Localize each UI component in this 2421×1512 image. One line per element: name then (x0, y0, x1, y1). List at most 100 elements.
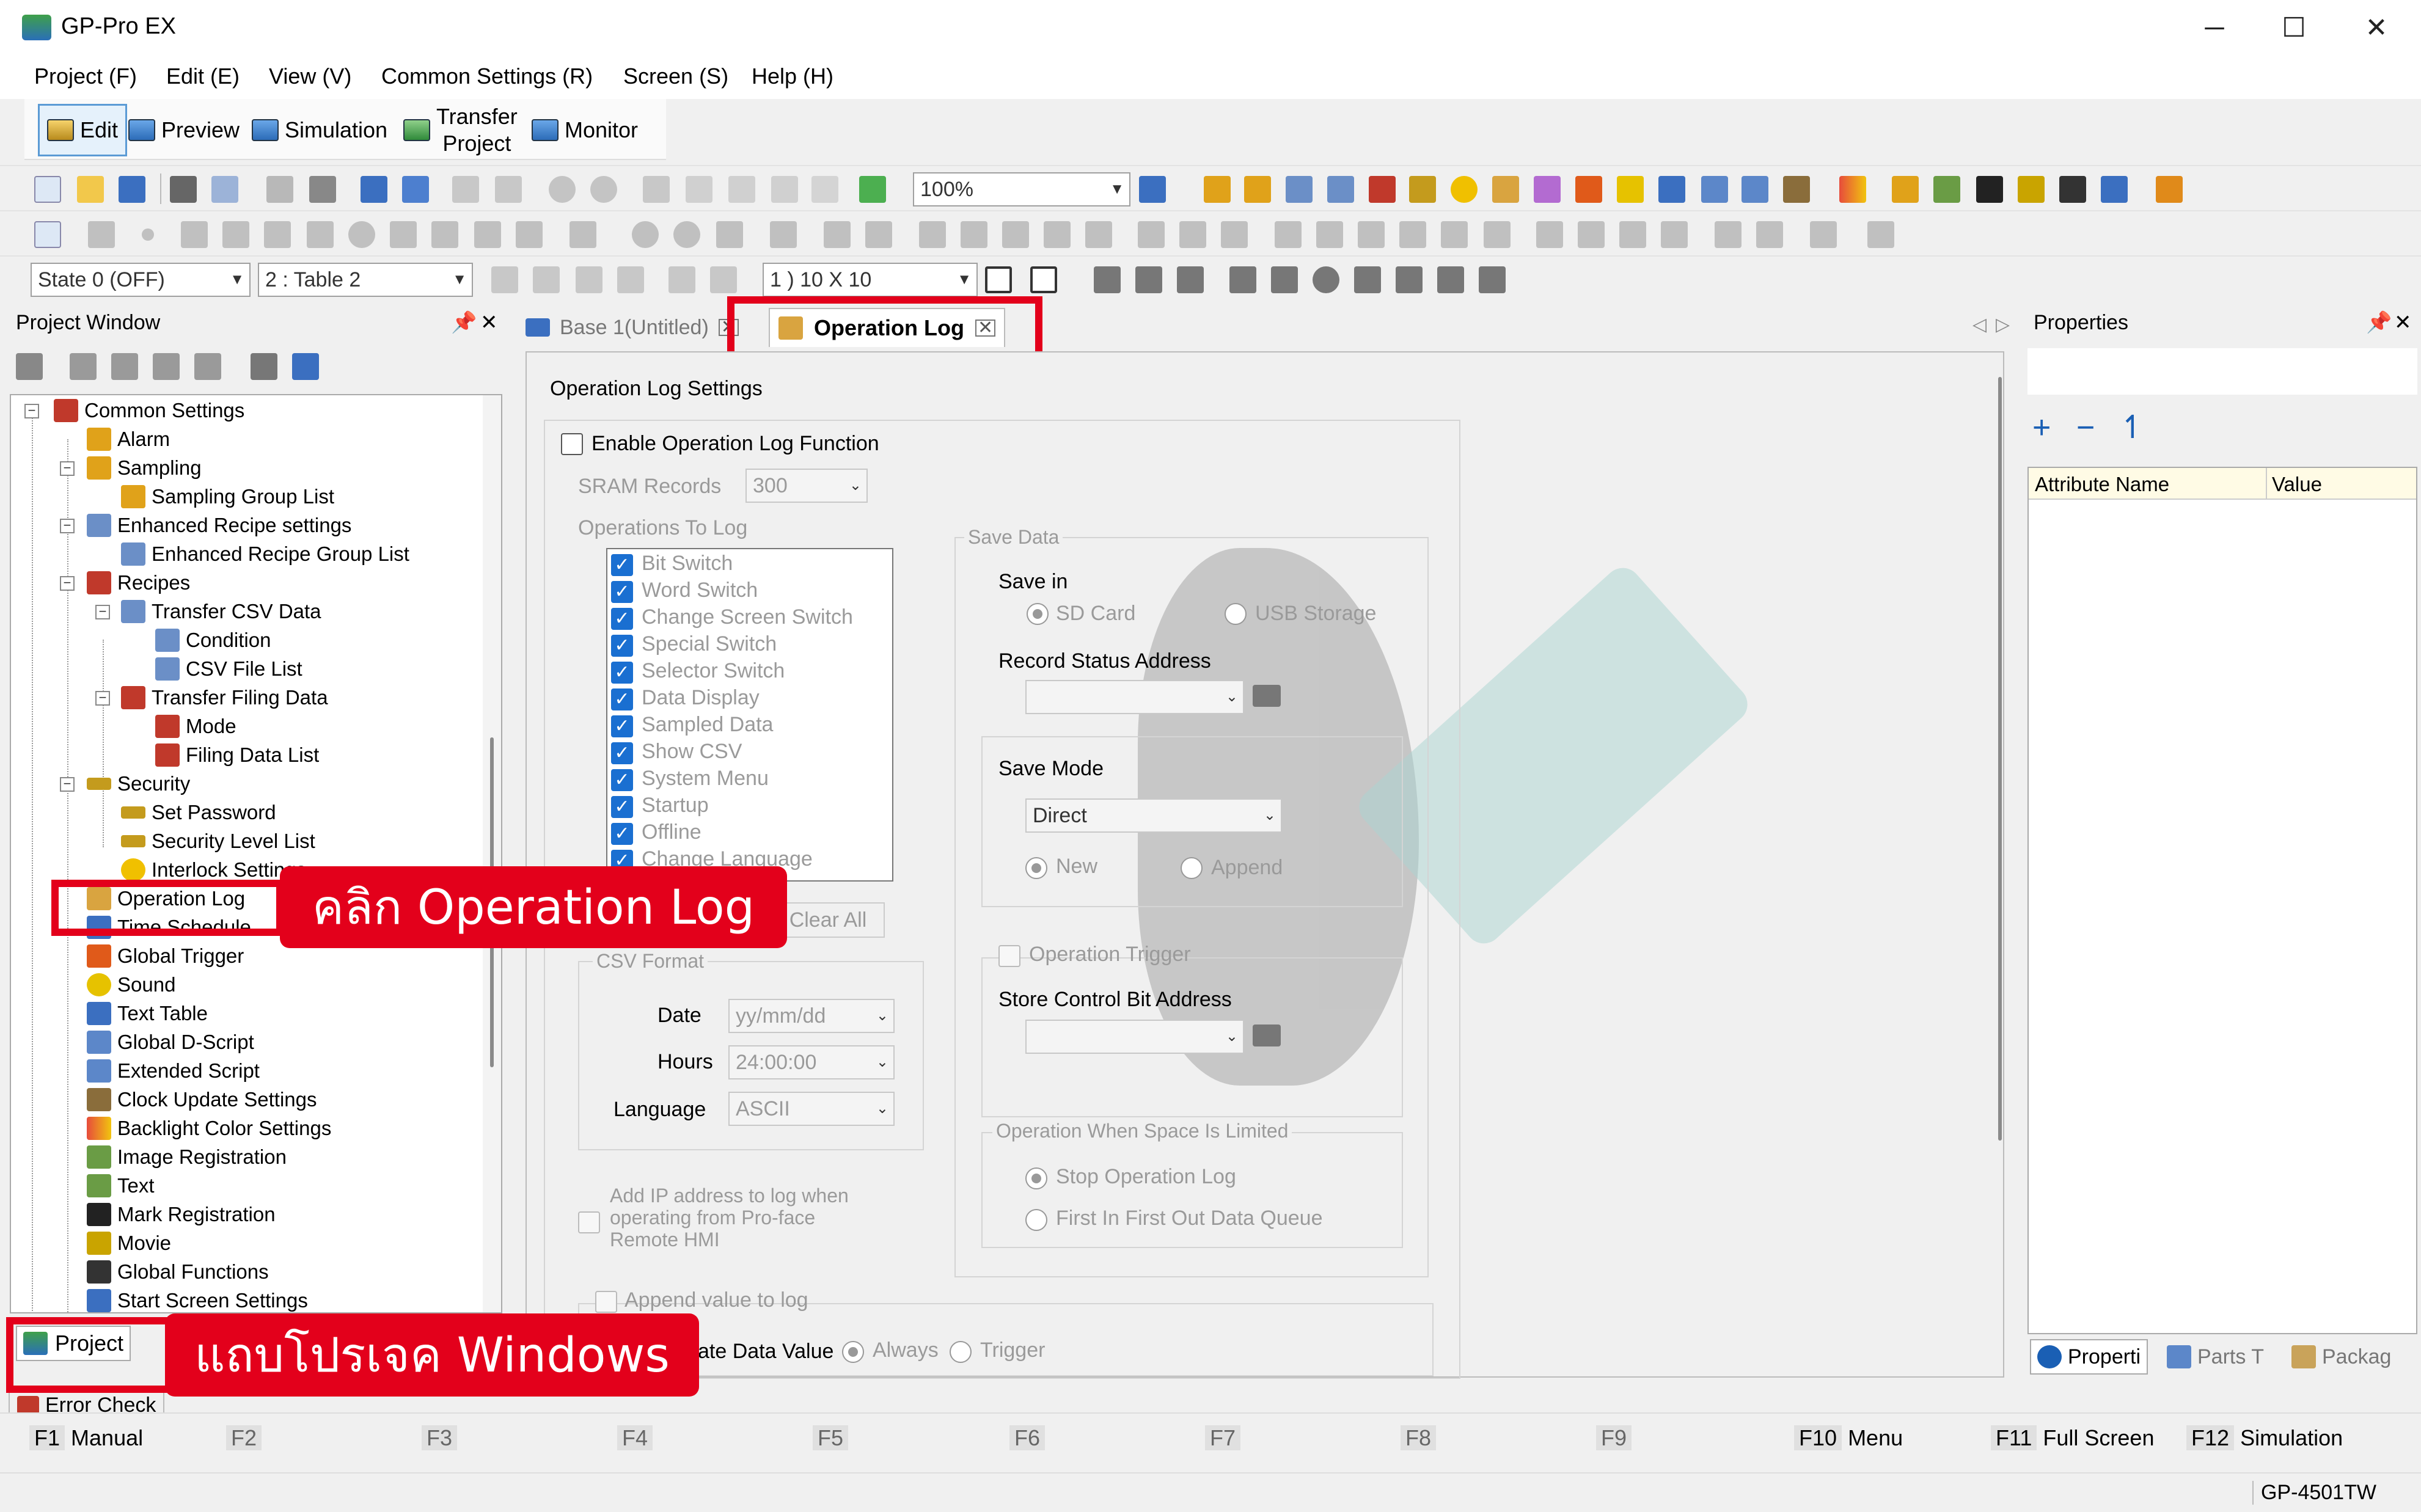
store-control-address[interactable]: ⌄ (1025, 1020, 1244, 1054)
scatter-icon[interactable] (1002, 221, 1029, 248)
video-part-icon[interactable] (1399, 221, 1426, 248)
fkey-f11[interactable]: F11 Full Screen (1991, 1425, 2154, 1451)
print-preview-icon[interactable] (211, 176, 238, 203)
alarm-tool-icon[interactable] (1204, 176, 1231, 203)
hours-format-select[interactable]: 24:00:00 ⌄ (728, 1045, 895, 1079)
slider-part-icon[interactable] (1358, 221, 1385, 248)
tree-item[interactable]: Mark Registration (87, 1200, 276, 1229)
tree-item[interactable]: Global Trigger (87, 942, 244, 970)
tree-item[interactable]: Enhanced Recipe Group List (121, 540, 409, 568)
tree-item[interactable]: Filing Data List (155, 741, 319, 769)
snap-toggle-icon[interactable] (1030, 266, 1057, 293)
tree-item[interactable]: Text (87, 1172, 155, 1200)
ladder-e-icon[interactable] (1396, 266, 1423, 293)
start-screen-tool-icon[interactable] (2101, 176, 2128, 203)
pw-copy-icon[interactable] (111, 353, 138, 380)
expand-toggle[interactable]: − (60, 777, 75, 792)
clear-all-button[interactable]: Clear All (771, 902, 885, 938)
fkey-f8[interactable]: F8 (1401, 1425, 1437, 1451)
op-checkbox[interactable]: ✓ (611, 796, 633, 818)
pin-icon[interactable]: 📌 (451, 305, 477, 340)
meter-icon[interactable] (865, 221, 892, 248)
sampling-tool-icon[interactable] (1244, 176, 1271, 203)
op-checkbox[interactable]: ✓ (611, 823, 633, 845)
tree-item[interactable]: Movie (87, 1229, 171, 1257)
monitor-part-icon[interactable] (1441, 221, 1468, 248)
save-mode-select[interactable]: Direct ⌄ (1025, 798, 1282, 833)
transfer-project-button[interactable]: Transfer Project (403, 104, 518, 156)
tree-item[interactable]: Transfer Filing Data (121, 684, 328, 712)
new-screen-icon[interactable] (361, 176, 387, 203)
op-checkbox[interactable]: ✓ (611, 635, 633, 657)
simulation-mode-button[interactable]: Simulation (252, 104, 387, 156)
fit-window-icon[interactable] (1139, 176, 1166, 203)
enable-oplog-label[interactable]: Enable Operation Log Function (592, 432, 879, 456)
enable-oplog-checkbox[interactable] (561, 433, 583, 455)
open-screen-icon[interactable] (402, 176, 429, 203)
ladder-f-icon[interactable] (1437, 266, 1464, 293)
pin-icon[interactable]: 📌 (2366, 305, 2392, 340)
tab-properties[interactable]: Properti (2030, 1339, 2148, 1375)
new-icon[interactable] (34, 176, 61, 203)
tree-item[interactable]: Condition (155, 626, 271, 654)
pointer-icon[interactable] (34, 221, 61, 248)
new-radio[interactable] (1025, 857, 1047, 879)
ladder-a-icon[interactable] (1229, 266, 1256, 293)
tree-item[interactable]: Security Level List (121, 827, 315, 855)
sram-records-select[interactable]: 300 ⌄ (745, 469, 868, 503)
tree-item[interactable]: Sound (87, 971, 175, 999)
fill-icon[interactable] (474, 221, 501, 248)
frame-a-icon[interactable] (668, 266, 695, 293)
fkey-f10[interactable]: F10 Menu (1794, 1425, 1903, 1451)
ad-icon[interactable] (533, 266, 560, 293)
stop-log-radio[interactable] (1025, 1167, 1047, 1189)
undo-icon[interactable] (549, 176, 576, 203)
polygon-icon[interactable] (307, 221, 334, 248)
polyline-icon[interactable] (222, 221, 249, 248)
list-part-icon[interactable] (1661, 221, 1688, 248)
tab-package[interactable]: Packag (2287, 1339, 2396, 1375)
copy-screen-icon[interactable] (266, 176, 293, 203)
cut-icon[interactable] (643, 176, 670, 203)
clock-update-tool-icon[interactable] (1783, 176, 1810, 203)
flag-tool-icon[interactable] (2156, 176, 2183, 203)
movie-tool-icon[interactable] (2018, 176, 2045, 203)
mark-tool-icon[interactable] (1976, 176, 2003, 203)
expand-all-icon[interactable]: + (2032, 409, 2051, 446)
tab-parts[interactable]: Parts T (2162, 1339, 2269, 1375)
security-tool-icon[interactable] (1409, 176, 1436, 203)
op-checkbox[interactable]: ✓ (611, 554, 633, 576)
recipe-tool-icon[interactable] (1286, 176, 1313, 203)
tc-icon[interactable] (576, 266, 603, 293)
backlight-tool-icon[interactable] (1839, 176, 1866, 203)
op-checkbox[interactable]: ✓ (611, 715, 633, 737)
monitor-mode-button[interactable]: Monitor (532, 104, 638, 156)
text-table-tool-icon[interactable] (1658, 176, 1685, 203)
fkey-f7[interactable]: F7 (1205, 1425, 1241, 1451)
filing-tool-icon[interactable] (1369, 176, 1396, 203)
align-a-icon[interactable] (1094, 266, 1121, 293)
camera-part-icon[interactable] (1867, 221, 1894, 248)
expand-toggle[interactable]: − (60, 461, 75, 476)
interlock-tool-icon[interactable] (1451, 176, 1478, 203)
global-trigger-tool-icon[interactable] (1575, 176, 1602, 203)
open-icon[interactable] (77, 176, 104, 203)
preview-mode-button[interactable]: Preview (128, 104, 240, 156)
extended-script-tool-icon[interactable] (1742, 176, 1768, 203)
picture-part-icon[interactable] (1316, 221, 1343, 248)
op-checkbox[interactable]: ✓ (611, 769, 633, 791)
align-b-icon[interactable] (1135, 266, 1162, 293)
recipe-part-icon[interactable] (1619, 221, 1646, 248)
fkey-f9[interactable]: F9 (1596, 1425, 1632, 1451)
menu-edit[interactable]: Edit (E) (166, 64, 240, 89)
image-tool-icon[interactable] (1892, 176, 1919, 203)
menu-project[interactable]: Project (F) (34, 64, 137, 89)
menu-common-settings[interactable]: Common Settings (R) (381, 64, 593, 89)
maximize-button[interactable]: ☐ (2252, 6, 2336, 50)
menu-screen[interactable]: Screen (S) (623, 64, 728, 89)
fifo-radio[interactable] (1025, 1209, 1047, 1231)
duplicate-icon[interactable] (771, 176, 798, 203)
pw-paste-icon[interactable] (153, 353, 180, 380)
tree-item[interactable]: Global D-Script (87, 1028, 254, 1056)
menu-help[interactable]: Help (H) (752, 64, 833, 89)
